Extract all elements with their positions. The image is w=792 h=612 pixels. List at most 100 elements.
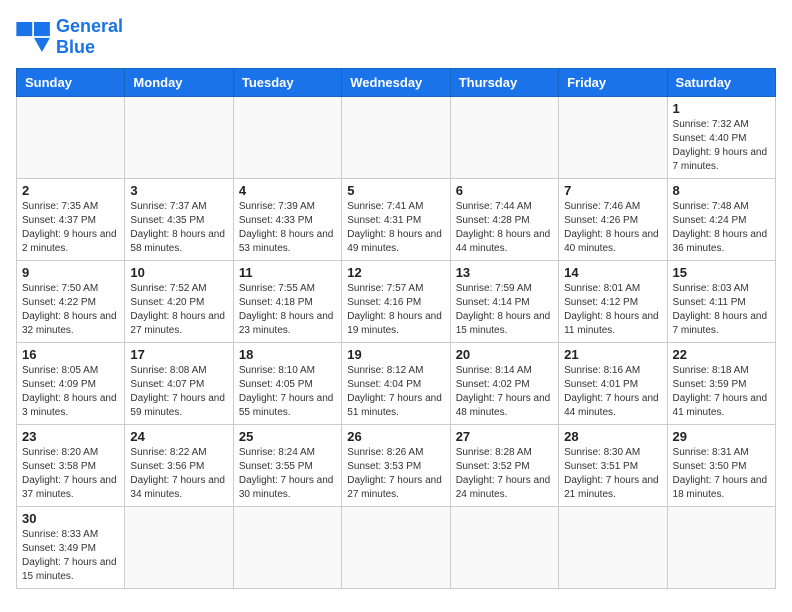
day-number: 7	[564, 183, 661, 198]
calendar-cell: 26 Sunrise: 8:26 AM Sunset: 3:53 PM Dayli…	[342, 425, 450, 507]
week-row-3: 9Sunrise: 7:50 AM Sunset: 4:22 PM Daylig…	[17, 261, 776, 343]
day-number: 12	[347, 265, 444, 280]
weekday-header-friday: Friday	[559, 69, 667, 97]
calendar-cell: 16 Sunrise: 8:05 AM Sunset: 4:09 PM Dayli…	[17, 343, 125, 425]
calendar-cell: 15Sunrise: 8:03 AM Sunset: 4:11 PM Dayli…	[667, 261, 775, 343]
day-info: Sunrise: 8:20 AM Sunset: 3:58 PM Dayligh…	[22, 446, 119, 502]
calendar-cell	[17, 97, 125, 179]
week-row-2: 2 Sunrise: 7:35 AM Sunset: 4:37 PM Daylig…	[17, 179, 776, 261]
calendar-cell: 29Sunrise: 8:31 AM Sunset: 3:50 PM Dayli…	[667, 425, 775, 507]
weekday-header-wednesday: Wednesday	[342, 69, 450, 97]
day-number: 2	[22, 183, 119, 198]
day-info: Sunrise: 8:28 AM Sunset: 3:52 PM Dayligh…	[456, 446, 553, 502]
weekday-header-tuesday: Tuesday	[233, 69, 341, 97]
calendar-cell: 24 Sunrise: 8:22 AM Sunset: 3:56 PM Dayli…	[125, 425, 233, 507]
calendar-cell: 7 Sunrise: 7:46 AM Sunset: 4:26 PM Daylig…	[559, 179, 667, 261]
calendar-cell: 30 Sunrise: 8:33 AM Sunset: 3:49 PM Dayli…	[17, 507, 125, 589]
calendar-cell: 9Sunrise: 7:50 AM Sunset: 4:22 PM Daylig…	[17, 261, 125, 343]
calendar-cell	[559, 97, 667, 179]
day-info: Sunrise: 8:30 AM Sunset: 3:51 PM Dayligh…	[564, 446, 661, 502]
day-number: 28	[564, 429, 661, 444]
day-number: 25	[239, 429, 336, 444]
day-number: 11	[239, 265, 336, 280]
week-row-6: 30 Sunrise: 8:33 AM Sunset: 3:49 PM Dayli…	[17, 507, 776, 589]
calendar-cell: 19 Sunrise: 8:12 AM Sunset: 4:04 PM Dayli…	[342, 343, 450, 425]
day-info: Sunrise: 8:16 AM Sunset: 4:01 PM Dayligh…	[564, 364, 661, 420]
day-number: 10	[130, 265, 227, 280]
day-info: Sunrise: 8:08 AM Sunset: 4:07 PM Dayligh…	[130, 364, 227, 420]
calendar-cell: 1Sunrise: 7:32 AM Sunset: 4:40 PM Daylig…	[667, 97, 775, 179]
calendar-cell: 13 Sunrise: 7:59 AM Sunset: 4:14 PM Dayli…	[450, 261, 558, 343]
day-number: 1	[673, 101, 770, 116]
calendar-cell: 22 Sunrise: 8:18 AM Sunset: 3:59 PM Dayli…	[667, 343, 775, 425]
calendar-cell: 21 Sunrise: 8:16 AM Sunset: 4:01 PM Dayli…	[559, 343, 667, 425]
calendar-cell: 10Sunrise: 7:52 AM Sunset: 4:20 PM Dayli…	[125, 261, 233, 343]
day-info: Sunrise: 8:10 AM Sunset: 4:05 PM Dayligh…	[239, 364, 336, 420]
calendar-cell: 8Sunrise: 7:48 AM Sunset: 4:24 PM Daylig…	[667, 179, 775, 261]
calendar-cell: 6 Sunrise: 7:44 AM Sunset: 4:28 PM Daylig…	[450, 179, 558, 261]
day-number: 20	[456, 347, 553, 362]
logo-text: GeneralBlue	[56, 16, 123, 58]
day-info: Sunrise: 8:31 AM Sunset: 3:50 PM Dayligh…	[673, 446, 770, 502]
day-info: Sunrise: 7:59 AM Sunset: 4:14 PM Dayligh…	[456, 282, 553, 338]
calendar-cell: 20 Sunrise: 8:14 AM Sunset: 4:02 PM Dayli…	[450, 343, 558, 425]
day-info: Sunrise: 8:12 AM Sunset: 4:04 PM Dayligh…	[347, 364, 444, 420]
day-number: 14	[564, 265, 661, 280]
day-number: 30	[22, 511, 119, 526]
calendar-cell: 5 Sunrise: 7:41 AM Sunset: 4:31 PM Daylig…	[342, 179, 450, 261]
day-number: 23	[22, 429, 119, 444]
day-info: Sunrise: 8:22 AM Sunset: 3:56 PM Dayligh…	[130, 446, 227, 502]
week-row-5: 23 Sunrise: 8:20 AM Sunset: 3:58 PM Dayli…	[17, 425, 776, 507]
weekday-header-thursday: Thursday	[450, 69, 558, 97]
day-info: Sunrise: 8:03 AM Sunset: 4:11 PM Dayligh…	[673, 282, 770, 338]
calendar-cell	[450, 507, 558, 589]
calendar-cell: 18 Sunrise: 8:10 AM Sunset: 4:05 PM Dayli…	[233, 343, 341, 425]
day-info: Sunrise: 8:01 AM Sunset: 4:12 PM Dayligh…	[564, 282, 661, 338]
calendar-cell: 4 Sunrise: 7:39 AM Sunset: 4:33 PM Daylig…	[233, 179, 341, 261]
day-info: Sunrise: 8:26 AM Sunset: 3:53 PM Dayligh…	[347, 446, 444, 502]
calendar-cell	[233, 97, 341, 179]
day-info: Sunrise: 7:44 AM Sunset: 4:28 PM Dayligh…	[456, 200, 553, 256]
weekday-header-sunday: Sunday	[17, 69, 125, 97]
day-number: 19	[347, 347, 444, 362]
day-number: 6	[456, 183, 553, 198]
calendar-cell: 3 Sunrise: 7:37 AM Sunset: 4:35 PM Daylig…	[125, 179, 233, 261]
day-number: 16	[22, 347, 119, 362]
calendar-cell	[342, 507, 450, 589]
logo-icon	[16, 22, 52, 52]
day-info: Sunrise: 7:41 AM Sunset: 4:31 PM Dayligh…	[347, 200, 444, 256]
calendar-cell	[125, 97, 233, 179]
calendar-cell	[342, 97, 450, 179]
calendar-cell: 11 Sunrise: 7:55 AM Sunset: 4:18 PM Dayli…	[233, 261, 341, 343]
day-info: Sunrise: 7:55 AM Sunset: 4:18 PM Dayligh…	[239, 282, 336, 338]
weekday-header-monday: Monday	[125, 69, 233, 97]
logo: GeneralBlue	[16, 16, 123, 58]
weekday-header-row: SundayMondayTuesdayWednesdayThursdayFrid…	[17, 69, 776, 97]
day-number: 26	[347, 429, 444, 444]
day-info: Sunrise: 7:48 AM Sunset: 4:24 PM Dayligh…	[673, 200, 770, 256]
day-info: Sunrise: 8:14 AM Sunset: 4:02 PM Dayligh…	[456, 364, 553, 420]
day-number: 27	[456, 429, 553, 444]
day-info: Sunrise: 7:50 AM Sunset: 4:22 PM Dayligh…	[22, 282, 119, 338]
day-number: 24	[130, 429, 227, 444]
page-header: GeneralBlue	[16, 16, 776, 58]
day-info: Sunrise: 7:46 AM Sunset: 4:26 PM Dayligh…	[564, 200, 661, 256]
day-number: 3	[130, 183, 227, 198]
day-number: 13	[456, 265, 553, 280]
calendar-cell	[667, 507, 775, 589]
day-number: 22	[673, 347, 770, 362]
day-info: Sunrise: 7:37 AM Sunset: 4:35 PM Dayligh…	[130, 200, 227, 256]
day-info: Sunrise: 7:39 AM Sunset: 4:33 PM Dayligh…	[239, 200, 336, 256]
day-number: 18	[239, 347, 336, 362]
day-info: Sunrise: 8:33 AM Sunset: 3:49 PM Dayligh…	[22, 528, 119, 584]
day-number: 4	[239, 183, 336, 198]
calendar-cell	[125, 507, 233, 589]
day-info: Sunrise: 7:35 AM Sunset: 4:37 PM Dayligh…	[22, 200, 119, 256]
calendar-cell: 12Sunrise: 7:57 AM Sunset: 4:16 PM Dayli…	[342, 261, 450, 343]
week-row-1: 1Sunrise: 7:32 AM Sunset: 4:40 PM Daylig…	[17, 97, 776, 179]
day-number: 21	[564, 347, 661, 362]
day-info: Sunrise: 8:05 AM Sunset: 4:09 PM Dayligh…	[22, 364, 119, 420]
calendar-cell: 23 Sunrise: 8:20 AM Sunset: 3:58 PM Dayli…	[17, 425, 125, 507]
day-info: Sunrise: 8:18 AM Sunset: 3:59 PM Dayligh…	[673, 364, 770, 420]
day-number: 5	[347, 183, 444, 198]
